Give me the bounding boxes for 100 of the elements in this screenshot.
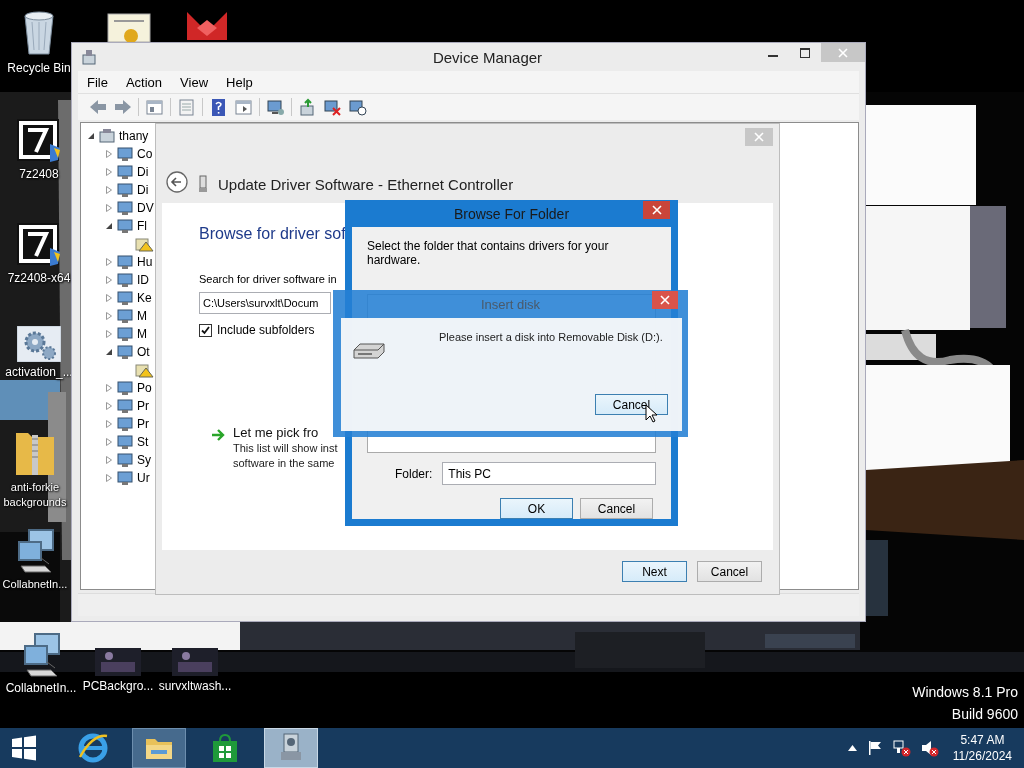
maximize-icon [800,47,810,58]
network-error-icon[interactable] [892,739,911,757]
menu-item[interactable]: View [171,74,218,90]
monitor-icon[interactable] [266,97,285,117]
option-link[interactable]: Let me pick fro [233,425,319,440]
certificate-icon[interactable] [105,12,153,42]
tree-item-label[interactable]: Hu [137,255,153,269]
os-version-text: Windows 8.1 Pro [912,684,1018,700]
tree-item-label[interactable]: Pr [137,417,149,431]
expand-arrow-icon[interactable] [105,150,113,158]
tree-item-label[interactable]: Di [137,183,149,197]
path-field[interactable]: C:\Users\survxlt\Docum [199,292,331,314]
expand-arrow-icon[interactable] [105,420,113,428]
desktop-icon-label[interactable]: Recycle Bin [7,61,71,76]
scan-hardware-icon[interactable] [348,97,367,117]
expand-arrow-icon[interactable] [105,312,113,320]
tree-item-label[interactable]: M [137,327,147,341]
tree-item-label[interactable]: M [137,309,147,323]
expand-arrow-icon[interactable] [105,294,113,302]
forward-arrow-icon[interactable] [113,97,132,117]
folder-field[interactable]: This PC [442,462,656,485]
device-icon [116,146,134,162]
clock-date[interactable]: 11/26/2024 [952,748,1012,764]
tree-item-label[interactable]: ID [137,273,149,287]
expand-arrow-icon[interactable] [105,438,113,446]
expand-arrow-icon[interactable] [105,474,113,482]
start-icon[interactable] [10,734,38,762]
device-icon [116,254,134,270]
desktop-icon-label[interactable]: PCBackgro... [82,679,154,694]
next-button[interactable]: Next [622,561,687,582]
computer-icon[interactable] [21,632,61,678]
speaker-muted-icon[interactable] [920,739,939,757]
close-icon [651,205,662,215]
computer-icon [98,128,116,144]
desktop-icon-label[interactable]: survxltwash... [158,679,232,694]
window-title: Device Manager [431,48,544,66]
usb-adapter-icon [198,175,208,193]
device-icon [116,200,134,216]
close-icon [838,47,848,58]
cancel-button[interactable]: Cancel [580,498,653,519]
device-icon [116,290,134,306]
flag-icon[interactable] [866,740,883,756]
tree-item-label[interactable]: Pr [137,399,149,413]
dialog-message: Please insert a disk into Removable Disk (D:). [439,330,664,344]
dialog-title: Browse For Folder [453,205,570,222]
expand-arrow-icon[interactable] [105,186,113,194]
back-arrow-icon[interactable] [88,97,107,117]
right-arrow-icon[interactable] [211,428,225,442]
pane-icon[interactable] [234,97,253,117]
tree-item-label[interactable]: St [137,435,149,449]
expand-arrow-icon[interactable] [105,204,113,212]
menu-item[interactable]: File [78,74,117,90]
device-icon [116,470,134,486]
checkbox-label[interactable]: Include subfolders [217,323,315,337]
expand-arrow-icon[interactable] [105,456,113,464]
uninstall-icon[interactable] [323,97,342,117]
device-manager-icon [80,49,98,65]
cancel-button[interactable]: Cancel [595,394,668,415]
internet-explorer-icon [77,732,109,764]
minimize-icon [768,54,778,57]
device-icon [116,416,134,432]
tree-item-label[interactable]: DV [137,201,154,215]
tree-item-label[interactable]: Ot [137,345,150,359]
close-button[interactable] [643,201,670,219]
device-icon [116,380,134,396]
close-button[interactable] [652,291,678,309]
device-icon [116,434,134,450]
tree-item-label[interactable]: Ke [137,291,152,305]
collapse-arrow-icon[interactable] [105,222,113,230]
checked-checkbox[interactable] [199,323,212,337]
device-icon [116,182,134,198]
help-icon[interactable] [209,97,228,117]
expand-arrow-icon[interactable] [105,276,113,284]
update-driver-icon[interactable] [298,97,317,117]
tree-item-label[interactable]: Di [137,165,149,179]
device-icon [116,164,134,180]
collapse-arrow-icon[interactable] [87,132,95,140]
expand-arrow-icon[interactable] [105,330,113,338]
expand-arrow-icon[interactable] [105,402,113,410]
window-icon[interactable] [145,97,164,117]
clock-time[interactable]: 5:47 AM [960,732,1005,748]
device-icon [116,452,134,468]
removable-drive-icon [352,342,386,360]
wizard-title: Update Driver Software - Ethernet Controller [218,176,514,193]
expand-arrow-icon[interactable] [105,258,113,266]
tree-item-label[interactable]: Co [137,147,153,161]
collapse-arrow-icon[interactable] [105,348,113,356]
cancel-button[interactable]: Cancel [697,561,762,582]
expand-arrow-icon[interactable] [105,168,113,176]
tree-item-label[interactable]: Po [137,381,152,395]
tree-item-label[interactable]: thany [119,129,149,143]
tree-item-label[interactable]: Sy [137,453,151,467]
tree-item-label[interactable]: Ur [137,471,150,485]
expand-arrow-icon[interactable] [105,384,113,392]
menu-item[interactable]: Action [116,74,172,90]
show-hidden-icons-icon[interactable] [847,745,857,751]
ok-button[interactable]: OK [500,498,573,519]
desktop-icon-label[interactable]: CollabnetIn... [5,681,77,696]
menu-item[interactable]: Help [217,74,262,90]
tree-item-label[interactable]: Fl [137,219,147,233]
